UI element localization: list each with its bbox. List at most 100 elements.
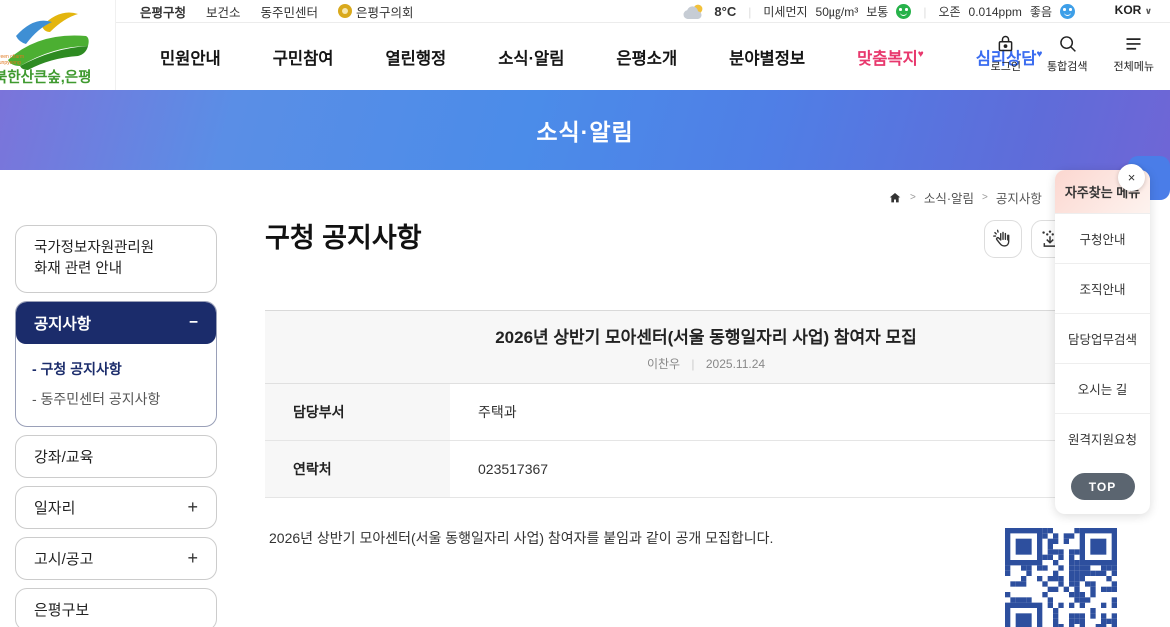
quick-menu-panel: 자주찾는 메뉴 구청안내 조직안내 담당업무검색 오시는 길 원격지원요청 TO… [1055, 170, 1150, 514]
sidebar-item-fire-notice[interactable]: 국가정보자원관리원 화재 관련 안내 [15, 225, 217, 293]
qr-code [1005, 528, 1117, 627]
search-button[interactable]: 통합검색 [1047, 33, 1087, 74]
hand-sign-language-icon [992, 228, 1014, 250]
quick-item-district-guide[interactable]: 구청안내 [1055, 213, 1150, 263]
logo-text: 북한산큰숲,은평 [0, 68, 91, 86]
ozone-value: 0.014ppm [969, 5, 1022, 19]
council-link-label: 은평구의회 [356, 2, 414, 21]
quick-item-organization[interactable]: 조직안내 [1055, 263, 1150, 313]
dust-value: 50㎍/m³ [816, 3, 859, 20]
sidebar-item-notices[interactable]: 공지사항 − [16, 302, 216, 344]
nav-label: 맞춤복지 [857, 50, 918, 68]
notice-date: 2025.11.24 [706, 357, 765, 371]
sidebar-item-announcements[interactable]: 고시/공고 + [15, 537, 217, 580]
nav-item-minwon[interactable]: 민원안내 [160, 45, 221, 69]
sidebar-label: 은평구보 [34, 599, 89, 620]
ozone-status: 좋음 [1030, 3, 1052, 20]
collapse-minus-icon: − [189, 314, 198, 332]
quick-item-directions[interactable]: 오시는 길 [1055, 363, 1150, 413]
info-card-line2: 화재 관련 안내 [34, 259, 198, 280]
nav-item-custom-welfare[interactable]: 맞춤복지♥ [857, 45, 924, 69]
language-label: KOR [1115, 3, 1142, 17]
breadcrumb-item-notice[interactable]: 공지사항 [996, 188, 1042, 207]
notice-meta: 이찬우 | 2025.11.24 [275, 355, 1137, 372]
nav-item-participation[interactable]: 구민참여 [273, 45, 334, 69]
sidebar-label: 고시/공고 [34, 548, 93, 569]
sidebar-item-jobs[interactable]: 일자리 + [15, 486, 217, 529]
login-button[interactable]: 로그인 [991, 33, 1021, 74]
notice-author: 이찬우 [647, 357, 680, 371]
table-row: 연락처 023517367 [265, 441, 1147, 498]
sidebar-label: 일자리 [34, 497, 75, 518]
page-title: 구청 공지사항 [265, 216, 422, 255]
field-value-department: 주택과 [450, 384, 1147, 440]
search-label: 통합검색 [1047, 58, 1087, 74]
temperature-value: 8°C [714, 4, 736, 19]
link-health-center[interactable]: 보건소 [206, 2, 241, 21]
nav-item-news[interactable]: 소식·알림 [498, 45, 564, 69]
search-icon [1057, 33, 1078, 54]
council-emblem-icon [338, 4, 352, 18]
main-navigation: 민원안내 구민참여 열린행정 소식·알림 은평소개 분야별정보 맞춤복지♥ 심리… [0, 23, 1170, 90]
quick-item-remote-support[interactable]: 원격지원요청 [1055, 413, 1150, 463]
info-card-line1: 국가정보자원관리원 [34, 238, 198, 259]
dust-status-smiley-icon [896, 4, 911, 19]
home-icon[interactable] [888, 191, 902, 205]
expand-plus-icon: + [187, 497, 198, 518]
group-title: 공지사항 [34, 312, 91, 334]
link-district-office[interactable]: 은평구청 [140, 2, 186, 21]
sidebar-item-district-news[interactable]: 은평구보 [15, 588, 217, 627]
dust-label: 미세먼지 [763, 3, 807, 20]
notice-article: 2026년 상반기 모아센터(서울 동행일자리 사업) 참여자 모집 이찬우 |… [265, 310, 1147, 548]
chevron-down-icon: ∨ [1145, 6, 1152, 16]
language-selector[interactable]: KOR ∨ [1115, 3, 1152, 17]
nav-item-sector-info[interactable]: 분야별정보 [729, 45, 805, 69]
sign-language-service-button[interactable] [984, 220, 1022, 258]
link-district-council[interactable]: 은평구의회 [338, 2, 414, 21]
banner-title: 소식·알림 [536, 113, 633, 147]
full-menu-label: 전체메뉴 [1114, 58, 1154, 74]
field-label-department: 담당부서 [265, 384, 450, 440]
breadcrumb-separator: > [910, 192, 916, 203]
scroll-to-top-button[interactable]: TOP [1071, 473, 1135, 500]
breadcrumb-item-news[interactable]: 소식·알림 [924, 188, 974, 207]
page-banner: 소식·알림 [0, 90, 1170, 170]
nav-item-about[interactable]: 은평소개 [616, 45, 677, 69]
hamburger-menu-icon [1123, 33, 1144, 54]
ozone-status-smiley-icon [1060, 4, 1075, 19]
top-utility-bar: 은평구청 보건소 동주민센터 은평구의회 8°C | 미세먼지 50㎍/m³ 보… [0, 0, 1170, 23]
divider: | [748, 5, 751, 19]
site-logo[interactable]: green charm eunpyeong 북한산큰숲,은평 [0, 0, 116, 90]
related-site-links: 은평구청 보건소 동주민센터 은평구의회 [140, 2, 414, 21]
full-menu-button[interactable]: 전체메뉴 [1114, 33, 1154, 74]
divider: | [923, 5, 926, 19]
svg-text:eunpyeong: eunpyeong [0, 60, 21, 66]
login-label: 로그인 [991, 58, 1021, 74]
notice-header: 2026년 상반기 모아센터(서울 동행일자리 사업) 참여자 모집 이찬우 |… [265, 310, 1147, 384]
breadcrumb-separator: > [982, 192, 988, 203]
breadcrumb: > 소식·알림 > 공지사항 [888, 188, 1042, 207]
nav-item-open-admin[interactable]: 열린행정 [385, 45, 446, 69]
close-icon: × [1128, 170, 1136, 185]
sidebar-subitem-district-notices[interactable]: - 구청 공지사항 [32, 354, 200, 384]
weather-widget: 8°C | 미세먼지 50㎍/m³ 보통 | 오존 0.014ppm 좋음 [680, 0, 1075, 23]
expand-plus-icon: + [187, 548, 198, 569]
quick-item-duty-search[interactable]: 담당업무검색 [1055, 313, 1150, 363]
sidebar-subitem-center-notices[interactable]: - 동주민센터 공지사항 [32, 384, 200, 414]
sidebar-group-notices: 공지사항 − - 구청 공지사항 - 동주민센터 공지사항 [15, 301, 217, 427]
field-label-contact: 연락처 [265, 441, 450, 497]
quick-menu-close-button[interactable]: × [1118, 164, 1145, 191]
partly-cloudy-icon [680, 3, 706, 20]
notice-title: 2026년 상반기 모아센터(서울 동행일자리 사업) 참여자 모집 [275, 323, 1137, 348]
ozone-label: 오존 [938, 3, 960, 20]
dust-status: 보통 [866, 3, 888, 20]
page-body: > 소식·알림 > 공지사항 국가정보자원관리원 화재 관련 안내 공지사항 −… [0, 170, 1170, 627]
lock-icon [995, 33, 1016, 54]
table-row: 담당부서 주택과 [265, 384, 1147, 441]
sidebar-label: 강좌/교육 [34, 446, 93, 467]
sidebar-item-lectures[interactable]: 강좌/교육 [15, 435, 217, 478]
sidebar: 국가정보자원관리원 화재 관련 안내 공지사항 − - 구청 공지사항 - 동주… [15, 225, 217, 627]
link-community-center[interactable]: 동주민센터 [261, 2, 319, 21]
field-value-contact: 023517367 [450, 441, 1147, 497]
divider: | [691, 357, 694, 371]
